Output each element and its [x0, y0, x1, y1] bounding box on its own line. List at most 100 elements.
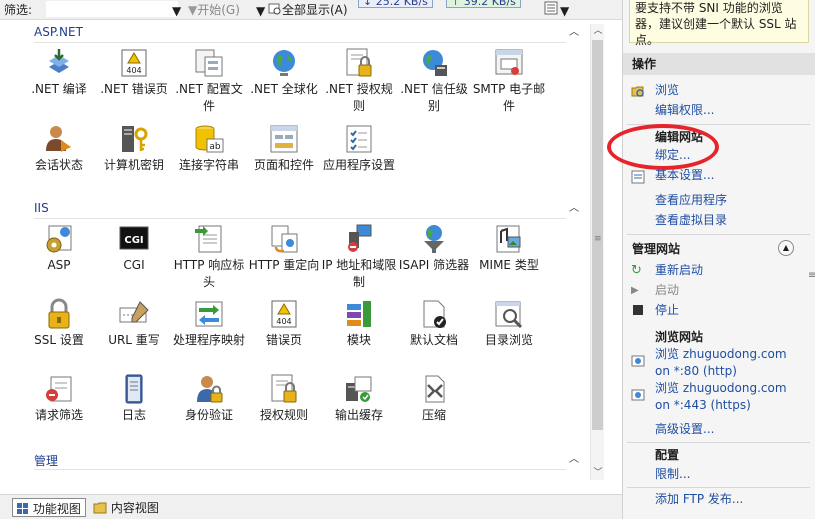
feature-label: CGI — [123, 258, 145, 272]
feature-ssl-settings[interactable]: SSL 设置 — [21, 298, 97, 349]
browse-http-icon — [631, 355, 645, 367]
url-rewrite-icon — [119, 301, 149, 323]
browse-https-link-line2[interactable]: on *:443 (https) — [655, 397, 751, 414]
pane-splitter-grip-icon[interactable]: ≡ — [808, 270, 815, 300]
scroll-down-arrow-icon[interactable]: ﹀ — [591, 466, 605, 480]
feature-net-error-pages[interactable]: 404 .NET 错误页 — [96, 47, 172, 98]
feature-net-trust-level[interactable]: .NET 信任级别 — [396, 47, 472, 115]
collapse-chevron-icon[interactable]: ︿ — [568, 27, 580, 39]
feature-compression[interactable]: 压缩 — [396, 373, 472, 424]
vertical-scrollbar[interactable]: ︿ ≡ ﹀ — [590, 24, 604, 480]
feature-label: MIME 类型 — [479, 258, 539, 272]
browse-site-title: 浏览网站 — [655, 330, 704, 344]
download-speed: 25.2 KB/s — [375, 0, 428, 8]
browse-https-link-line1[interactable]: 浏览 zhuguodong.com — [655, 380, 787, 397]
browse-http-link-line1[interactable]: 浏览 zhuguodong.com — [655, 346, 787, 363]
feature-modules[interactable]: 模块 — [321, 298, 397, 349]
feature-directory-browsing[interactable]: 目录浏览 — [471, 298, 547, 349]
limits-link[interactable]: 限制... — [655, 466, 690, 483]
collapse-up-icon[interactable]: ▲ — [778, 240, 794, 256]
feature-label: 计算机密钥 — [103, 158, 164, 172]
section-header-aspnet[interactable]: ASP.NET — [34, 25, 83, 39]
feature-session-state[interactable]: 会话状态 — [21, 123, 97, 174]
group-by-dropdown-icon[interactable]: ▼ — [560, 4, 569, 18]
section-divider — [34, 218, 566, 219]
restart-link[interactable]: 重新启动 — [655, 262, 703, 279]
actions-header: 操作 — [623, 53, 815, 75]
feature-label: 应用程序设置 — [322, 158, 395, 172]
actions-pane: 要支持不带 SNI 功能的浏览器，建议创建一个默认 SSL 站点。 操作 浏览 … — [622, 0, 815, 519]
feature-app-settings[interactable]: 应用程序设置 — [321, 123, 397, 174]
feature-net-authorization-rules[interactable]: .NET 授权规则 — [321, 47, 397, 115]
feature-output-caching[interactable]: 输出缓存 — [321, 373, 397, 424]
feature-authorization-rules[interactable]: 授权规则 — [246, 373, 322, 424]
feature-mime-types[interactable]: MIME 类型 — [471, 223, 547, 274]
cgi-icon: CGI — [119, 226, 149, 250]
feature-isapi-filters[interactable]: ISAPI 筛选器 — [396, 223, 472, 274]
manage-site-title: 管理网站 — [632, 242, 681, 256]
section-header-iis[interactable]: IIS — [34, 201, 49, 215]
feature-cgi[interactable]: CGI CGI — [96, 223, 172, 274]
tab-features-view[interactable]: 功能视图 — [12, 498, 86, 517]
scroll-thumb[interactable]: ≡ — [592, 40, 603, 430]
start-dropdown-icon[interactable]: ▼ — [256, 4, 265, 18]
filter-toolbar: 筛选: ▼ ▼开始(G) ▼ 全部显示(A) ↓ 25.2 KB/s ↑ 39.… — [0, 0, 622, 20]
feature-label: IP 地址和域限制 — [321, 258, 397, 289]
net-compile-icon — [49, 49, 69, 73]
collapse-chevron-icon[interactable]: ︿ — [568, 454, 580, 466]
start-link-disabled: 启动 — [655, 283, 680, 297]
smtp-email-icon — [495, 49, 523, 75]
feature-connection-strings[interactable]: ab 连接字符串 — [171, 123, 247, 174]
feature-net-profile[interactable]: .NET 配置文件 — [171, 47, 247, 115]
feature-label: 请求筛选 — [34, 408, 83, 422]
stop-link[interactable]: 停止 — [655, 302, 679, 319]
download-arrow-icon: ↓ — [363, 0, 373, 8]
scroll-up-arrow-icon[interactable]: ︿ — [591, 24, 605, 38]
svg-text:ab: ab — [209, 142, 221, 152]
error-pages-icon: 404 — [271, 300, 297, 328]
feature-asp[interactable]: ASP — [21, 223, 97, 274]
section-header-management[interactable]: 管理 — [34, 452, 58, 469]
authorization-icon — [271, 374, 297, 403]
start-label: 开始(G) — [197, 3, 240, 17]
group-by-icon[interactable] — [544, 0, 560, 19]
feature-logging[interactable]: 日志 — [96, 373, 172, 424]
show-all-button[interactable]: 全部显示(A) — [268, 1, 348, 18]
content-view-icon — [93, 502, 107, 514]
download-speed-badge: ↓ 25.2 KB/s — [358, 0, 433, 8]
collapse-chevron-icon[interactable]: ︿ — [568, 203, 580, 215]
feature-http-response-headers[interactable]: HTTP 响应标头 — [171, 223, 247, 291]
feature-url-rewrite[interactable]: URL 重写 — [96, 298, 172, 349]
tab-content-view[interactable]: 内容视图 — [90, 498, 163, 517]
start-button[interactable]: ▼开始(G) — [188, 1, 240, 18]
browse-link[interactable]: 浏览 — [655, 82, 679, 99]
feature-error-pages[interactable]: 404 错误页 — [246, 298, 322, 349]
browse-http-link-line2[interactable]: on *:80 (http) — [655, 363, 737, 380]
authentication-icon — [197, 376, 223, 403]
feature-pages-and-controls[interactable]: 页面和控件 — [246, 123, 322, 174]
feature-net-compile[interactable]: .NET 编译 — [21, 47, 97, 98]
filter-input[interactable] — [46, 1, 178, 17]
view-applications-link[interactable]: 查看应用程序 — [655, 192, 727, 209]
feature-http-redirect[interactable]: HTTP 重定向 — [246, 223, 322, 274]
isapi-filter-icon — [424, 225, 444, 253]
advanced-settings-link[interactable]: 高级设置... — [655, 421, 714, 438]
ip-restrictions-icon — [348, 224, 372, 252]
feature-request-filtering[interactable]: 请求筛选 — [21, 373, 97, 424]
feature-handler-mappings[interactable]: 处理程序映射 — [171, 298, 247, 349]
edit-permissions-link[interactable]: 编辑权限... — [655, 102, 714, 119]
filter-dropdown-icon[interactable]: ▼ — [172, 4, 181, 18]
feature-machine-key[interactable]: 计算机密钥 — [96, 123, 172, 174]
view-virtual-dirs-link[interactable]: 查看虚拟目录 — [655, 212, 727, 229]
feature-authentication[interactable]: 身份验证 — [171, 373, 247, 424]
feature-smtp-email[interactable]: SMTP 电子邮件 — [471, 47, 547, 115]
feature-label: 模块 — [346, 333, 371, 347]
auth-rules-icon — [346, 48, 372, 77]
feature-default-document[interactable]: 默认文档 — [396, 298, 472, 349]
add-ftp-publishing-link[interactable]: 添加 FTP 发布... — [655, 491, 743, 508]
feature-net-globalization[interactable]: .NET 全球化 — [246, 47, 322, 98]
mime-types-icon — [496, 225, 521, 253]
tab-label: 功能视图 — [32, 502, 81, 516]
sni-warning-text: 要支持不带 SNI 功能的浏览器，建议创建一个默认 SSL 站点。 — [635, 1, 797, 47]
feature-ip-domain-restrictions[interactable]: IP 地址和域限制 — [321, 223, 397, 291]
